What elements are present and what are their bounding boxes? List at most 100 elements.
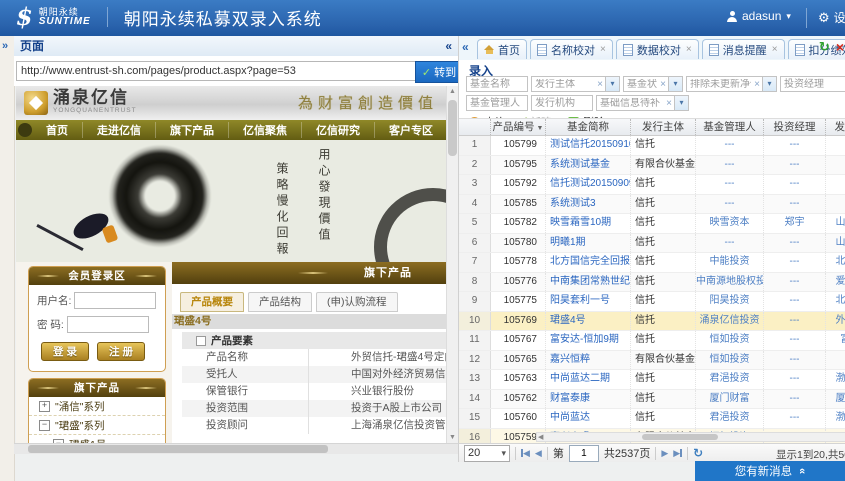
column-header-num[interactable] <box>459 119 491 137</box>
user-menu[interactable]: adasun ▾ <box>727 9 791 23</box>
fund-name-link[interactable]: 财富泰康 <box>546 390 631 409</box>
left-collapsed-strip[interactable]: » <box>0 36 15 481</box>
grid-cell-agency[interactable]: 山东信托 <box>826 234 845 253</box>
tree-item[interactable]: +"涌信"系列 <box>29 397 165 416</box>
product-tab[interactable]: 产品概要 <box>180 292 244 312</box>
table-row[interactable]: 10105769珺盛4号信托涌泉亿信投资---外贸信托 <box>459 312 845 332</box>
grid-cell-im[interactable]: --- <box>764 273 826 292</box>
tree-collapse-icon[interactable]: − <box>39 420 50 431</box>
last-page-button[interactable]: ▶ <box>673 448 682 459</box>
table-row[interactable]: 4105785系统测试3信托------中融 <box>459 195 845 215</box>
new-message-bar[interactable]: 您有新消息 « <box>695 461 845 481</box>
table-row[interactable]: 5105782映雪霜雪10期信托映雪资本郑宇山东信托 <box>459 214 845 234</box>
site-nav-item[interactable]: 旗下产品 <box>156 122 229 138</box>
column-header-name[interactable]: 基金简称 <box>546 119 631 137</box>
tree-item[interactable]: −珺盛1号 <box>29 435 165 443</box>
grid-cell-im[interactable]: --- <box>764 234 826 253</box>
filter-combo[interactable]: ×▾ <box>531 76 620 92</box>
workspace-tab[interactable]: 数据校对× <box>616 39 699 59</box>
grid-cell-manager[interactable]: --- <box>696 195 764 214</box>
browser-horizontal-scrollbar[interactable] <box>14 443 458 454</box>
fund-name-link[interactable]: 富安达-恒加9期 <box>546 331 631 350</box>
tab-close-icon[interactable]: × <box>686 44 692 55</box>
column-header-issuer[interactable]: 发行主体 <box>631 119 696 137</box>
grid-cell-agency[interactable]: 山东信托 <box>826 214 845 233</box>
username-field[interactable] <box>74 292 156 309</box>
table-row[interactable]: 2105795系统测试基金有限合伙基金------瑞银 <box>459 156 845 176</box>
grid-cell-manager[interactable]: 君浥投资 <box>696 409 764 428</box>
grid-cell-im[interactable]: --- <box>764 156 826 175</box>
prev-page-button[interactable]: ◀ <box>535 448 542 459</box>
grid-cell-im[interactable]: 郑宇 <box>764 214 826 233</box>
fund-name-link[interactable]: 映雪霜雪10期 <box>546 214 631 233</box>
table-row[interactable]: 13105763中尚蓝达二期信托君浥投资---渤海信托 <box>459 370 845 390</box>
fund-name-link[interactable]: 信托测试20150909 <box>546 175 631 194</box>
grid-cell-agency[interactable]: 爱建信托 <box>826 273 845 292</box>
column-header-im[interactable]: 投资经理 <box>764 119 826 137</box>
page-size-select[interactable]: 20 ▾ <box>464 445 510 462</box>
dropdown-arrow-icon[interactable]: ▾ <box>605 77 619 91</box>
grid-cell-im[interactable]: --- <box>764 331 826 350</box>
fund-name-link[interactable]: 中尚蓝达二期 <box>546 370 631 389</box>
grid-cell-im[interactable]: --- <box>764 390 826 409</box>
filter-combo[interactable]: ×▾ <box>686 76 777 92</box>
grid-cell-manager[interactable]: 中能投资 <box>696 253 764 272</box>
table-row[interactable]: 12105765嘉兴恒粹有限合伙基金恒如投资---恒加 <box>459 351 845 371</box>
dropdown-arrow-icon[interactable]: ▾ <box>674 96 688 110</box>
grid-cell-agency[interactable]: 恒加 <box>826 351 845 370</box>
workspace-tab[interactable]: 首页 <box>477 39 527 59</box>
workspace-tab[interactable]: 消息提醒× <box>702 39 785 59</box>
dropdown-arrow-icon[interactable]: ▾ <box>762 77 776 91</box>
scrollbar-thumb[interactable] <box>28 445 328 453</box>
product-tab[interactable]: (申)认购流程 <box>316 292 398 312</box>
table-row[interactable]: 1105799测试信托20150910信托--------- <box>459 136 845 156</box>
fund-name-link[interactable]: 系统测试3 <box>546 195 631 214</box>
clear-icon[interactable]: × <box>666 98 672 109</box>
grid-cell-agency[interactable]: --- <box>826 136 845 155</box>
go-button[interactable]: ✓ 转到 <box>415 61 463 83</box>
grid-cell-im[interactable]: --- <box>764 175 826 194</box>
filter-combo-input[interactable] <box>624 79 660 90</box>
register-button[interactable]: 注 册 <box>97 342 145 361</box>
grid-cell-manager[interactable]: 中南源地股权投资 <box>696 273 764 292</box>
grid-cell-im[interactable]: --- <box>764 312 826 331</box>
refresh-tab-icon[interactable]: ↻ <box>819 40 830 54</box>
site-nav-item[interactable]: 走进亿信 <box>83 122 156 138</box>
grid-cell-im[interactable]: --- <box>764 409 826 428</box>
grid-cell-manager[interactable]: 映雪资本 <box>696 214 764 233</box>
filter-input[interactable] <box>531 95 593 111</box>
grid-cell-agency[interactable]: 外贸信托 <box>826 312 845 331</box>
table-row[interactable]: 9105775阳昊套利一号信托阳昊投资---北方信托 <box>459 292 845 312</box>
login-button[interactable]: 登 录 <box>41 342 89 361</box>
tab-close-icon[interactable]: × <box>600 44 606 55</box>
grid-cell-agency[interactable]: 渤海信托 <box>826 370 845 389</box>
fund-name-link[interactable]: 中南集团常熟世纪确域 <box>546 273 631 292</box>
grid-cell-agency[interactable]: 厦门信托 <box>826 390 845 409</box>
next-page-button[interactable]: ▶ <box>661 448 668 459</box>
refresh-grid-icon[interactable]: ↻ <box>693 446 703 460</box>
filter-combo-input[interactable] <box>532 79 597 90</box>
clear-icon[interactable]: × <box>597 79 603 90</box>
grid-cell-im[interactable]: --- <box>764 292 826 311</box>
url-input[interactable] <box>16 61 418 81</box>
table-row[interactable]: 3105792信托测试20150909信托--------- <box>459 175 845 195</box>
clear-icon[interactable]: × <box>660 79 666 90</box>
fund-name-link[interactable]: 中尚蓝达 <box>546 409 631 428</box>
grid-cell-im[interactable]: --- <box>764 195 826 214</box>
filter-input[interactable] <box>466 76 528 92</box>
site-nav-item[interactable]: 亿信研究 <box>302 122 375 138</box>
grid-cell-manager[interactable]: 恒如投资 <box>696 331 764 350</box>
tab-close-icon[interactable]: × <box>772 44 778 55</box>
settings-button[interactable]: ⚙ 设置 <box>818 9 845 26</box>
column-header-manager[interactable]: 基金管理人 <box>696 119 764 137</box>
table-row[interactable]: 15105760中尚蓝达信托君浥投资---渤海信托 <box>459 409 845 429</box>
column-header-code[interactable]: 产品编号▼ <box>491 119 546 137</box>
clear-icon[interactable]: × <box>754 79 760 90</box>
grid-cell-manager[interactable]: --- <box>696 156 764 175</box>
browser-vertical-scrollbar[interactable]: ▲ ▼ <box>446 86 458 443</box>
close-tab-icon[interactable]: × <box>836 40 844 54</box>
grid-cell-agency[interactable]: 北方信托 <box>826 253 845 272</box>
site-logo[interactable]: 涌泉亿信 YONGQUANENTRUST <box>24 89 137 116</box>
filter-combo[interactable]: ×▾ <box>596 95 689 111</box>
fund-name-link[interactable]: 珺盛4号 <box>546 312 631 331</box>
